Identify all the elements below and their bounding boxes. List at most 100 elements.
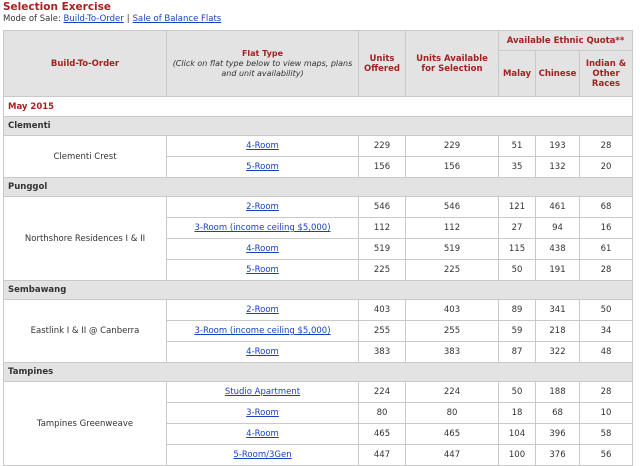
- malay-quota-cell: 27: [498, 217, 536, 239]
- flat-type-link[interactable]: 5-Room: [246, 162, 279, 172]
- malay-quota-cell: 121: [498, 196, 536, 218]
- malay-quota-cell: 100: [498, 444, 536, 466]
- project-name: Clementi Crest: [3, 135, 167, 178]
- town-name: Punggol: [3, 177, 633, 197]
- header-indian-other: Indian & Other Races: [579, 50, 633, 97]
- header-units-offered: Units Offered: [358, 30, 406, 97]
- flat-type-link[interactable]: 3-Room (income ceiling $5,000): [194, 326, 330, 336]
- chinese-quota-cell: 191: [535, 259, 580, 281]
- chinese-quota-cell: 376: [535, 444, 580, 466]
- malay-quota-cell: 115: [498, 238, 536, 260]
- flat-type-cell: Studio Apartment: [166, 381, 359, 403]
- table-row: Northshore Residences I & II 2-Room 546 546…: [3, 196, 633, 281]
- indian-other-quota-cell: 56: [579, 444, 633, 466]
- header-flat-type-note: (Click on flat type below to view maps, …: [172, 58, 353, 78]
- project-name: Northshore Residences I & II: [3, 196, 167, 281]
- chinese-quota-cell: 218: [535, 320, 580, 342]
- flat-type-cell: 4-Room: [166, 423, 359, 445]
- units-offered-cell: 403: [358, 299, 406, 321]
- header-units-available: Units Available for Selection: [405, 30, 499, 97]
- units-available-cell: 80: [405, 402, 499, 424]
- units-available-cell: 156: [405, 156, 499, 178]
- malay-quota-cell: 50: [498, 381, 536, 403]
- units-available-cell: 519: [405, 238, 499, 260]
- flat-type-link[interactable]: Studio Apartment: [225, 387, 300, 397]
- flat-type-link[interactable]: 4-Room: [246, 347, 279, 357]
- chinese-quota-cell: 188: [535, 381, 580, 403]
- flat-type-link[interactable]: 2-Room: [246, 202, 279, 212]
- units-available-cell: 447: [405, 444, 499, 466]
- units-offered-cell: 225: [358, 259, 406, 281]
- table-body: May 2015 Clementi Clementi Crest 4-Room 229…: [3, 96, 633, 466]
- indian-other-quota-cell: 28: [579, 259, 633, 281]
- units-offered-cell: 519: [358, 238, 406, 260]
- indian-other-quota-cell: 10: [579, 402, 633, 424]
- flat-type-link[interactable]: 5-Room: [246, 265, 279, 275]
- town-name: Clementi: [3, 116, 633, 136]
- chinese-quota-cell: 94: [535, 217, 580, 239]
- flat-type-cell: 4-Room: [166, 135, 359, 157]
- malay-quota-cell: 18: [498, 402, 536, 424]
- malay-quota-cell: 51: [498, 135, 536, 157]
- flat-type-link[interactable]: 3-Room (income ceiling $5,000): [194, 223, 330, 233]
- units-offered-cell: 465: [358, 423, 406, 445]
- chinese-quota-cell: 438: [535, 238, 580, 260]
- flat-type-cell: 5-Room/3Gen: [166, 444, 359, 466]
- units-available-cell: 112: [405, 217, 499, 239]
- indian-other-quota-cell: 20: [579, 156, 633, 178]
- header-malay: Malay: [498, 50, 536, 97]
- link-sale-of-balance-flats[interactable]: Sale of Balance Flats: [133, 14, 222, 24]
- flat-type-link[interactable]: 4-Room: [246, 141, 279, 151]
- indian-other-quota-cell: 16: [579, 217, 633, 239]
- units-offered-cell: 80: [358, 402, 406, 424]
- selection-table: Build-To-Order Flat Type (Click on flat …: [3, 30, 633, 466]
- indian-other-quota-cell: 50: [579, 299, 633, 321]
- indian-other-quota-cell: 58: [579, 423, 633, 445]
- header-flat-type-title: Flat Type: [241, 48, 284, 58]
- flat-type-link[interactable]: 4-Room: [246, 429, 279, 439]
- indian-other-quota-cell: 61: [579, 238, 633, 260]
- flat-type-cell: 3-Room (income ceiling $5,000): [166, 320, 359, 342]
- units-available-cell: 403: [405, 299, 499, 321]
- flat-type-cell: 4-Room: [166, 238, 359, 260]
- town-name: Tampines: [3, 362, 633, 382]
- mode-separator: |: [126, 14, 130, 24]
- units-available-cell: 255: [405, 320, 499, 342]
- mode-of-sale: Mode of Sale: Build-To-Order | Sale of Bal…: [3, 14, 221, 24]
- flat-type-cell: 4-Room: [166, 341, 359, 363]
- month-label: May 2015: [3, 96, 633, 117]
- flat-type-link[interactable]: 2-Room: [246, 305, 279, 315]
- flat-type-cell: 2-Room: [166, 196, 359, 218]
- table-row: Tampines Greenweave Studio Apartment 224 22…: [3, 381, 633, 466]
- flat-type-cell: 2-Room: [166, 299, 359, 321]
- chinese-quota-cell: 461: [535, 196, 580, 218]
- header-flat-type: Flat Type (Click on flat type below to v…: [166, 30, 359, 97]
- header-build-to-order: Build-To-Order: [3, 30, 167, 97]
- chinese-quota-cell: 322: [535, 341, 580, 363]
- town-row-tampines: Tampines: [3, 362, 633, 382]
- page-title: Selection Exercise: [3, 1, 112, 13]
- chinese-quota-cell: 341: [535, 299, 580, 321]
- project-name: Tampines Greenweave: [3, 381, 167, 466]
- flat-type-link[interactable]: 4-Room: [246, 244, 279, 254]
- units-available-cell: 225: [405, 259, 499, 281]
- units-offered-cell: 112: [358, 217, 406, 239]
- malay-quota-cell: 35: [498, 156, 536, 178]
- header-ethnic-quota: Available Ethnic Quota**: [498, 30, 633, 51]
- malay-quota-cell: 87: [498, 341, 536, 363]
- link-build-to-order[interactable]: Build-To-Order: [64, 14, 124, 24]
- indian-other-quota-cell: 34: [579, 320, 633, 342]
- flat-type-link[interactable]: 3-Room: [246, 408, 279, 418]
- town-row-clementi: Clementi: [3, 116, 633, 136]
- flat-type-link[interactable]: 5-Room/3Gen: [233, 450, 291, 460]
- units-offered-cell: 156: [358, 156, 406, 178]
- units-available-cell: 224: [405, 381, 499, 403]
- mode-of-sale-label: Mode of Sale:: [3, 14, 61, 24]
- indian-other-quota-cell: 48: [579, 341, 633, 363]
- units-offered-cell: 224: [358, 381, 406, 403]
- malay-quota-cell: 89: [498, 299, 536, 321]
- flat-type-cell: 5-Room: [166, 156, 359, 178]
- units-offered-cell: 229: [358, 135, 406, 157]
- units-available-cell: 546: [405, 196, 499, 218]
- chinese-quota-cell: 193: [535, 135, 580, 157]
